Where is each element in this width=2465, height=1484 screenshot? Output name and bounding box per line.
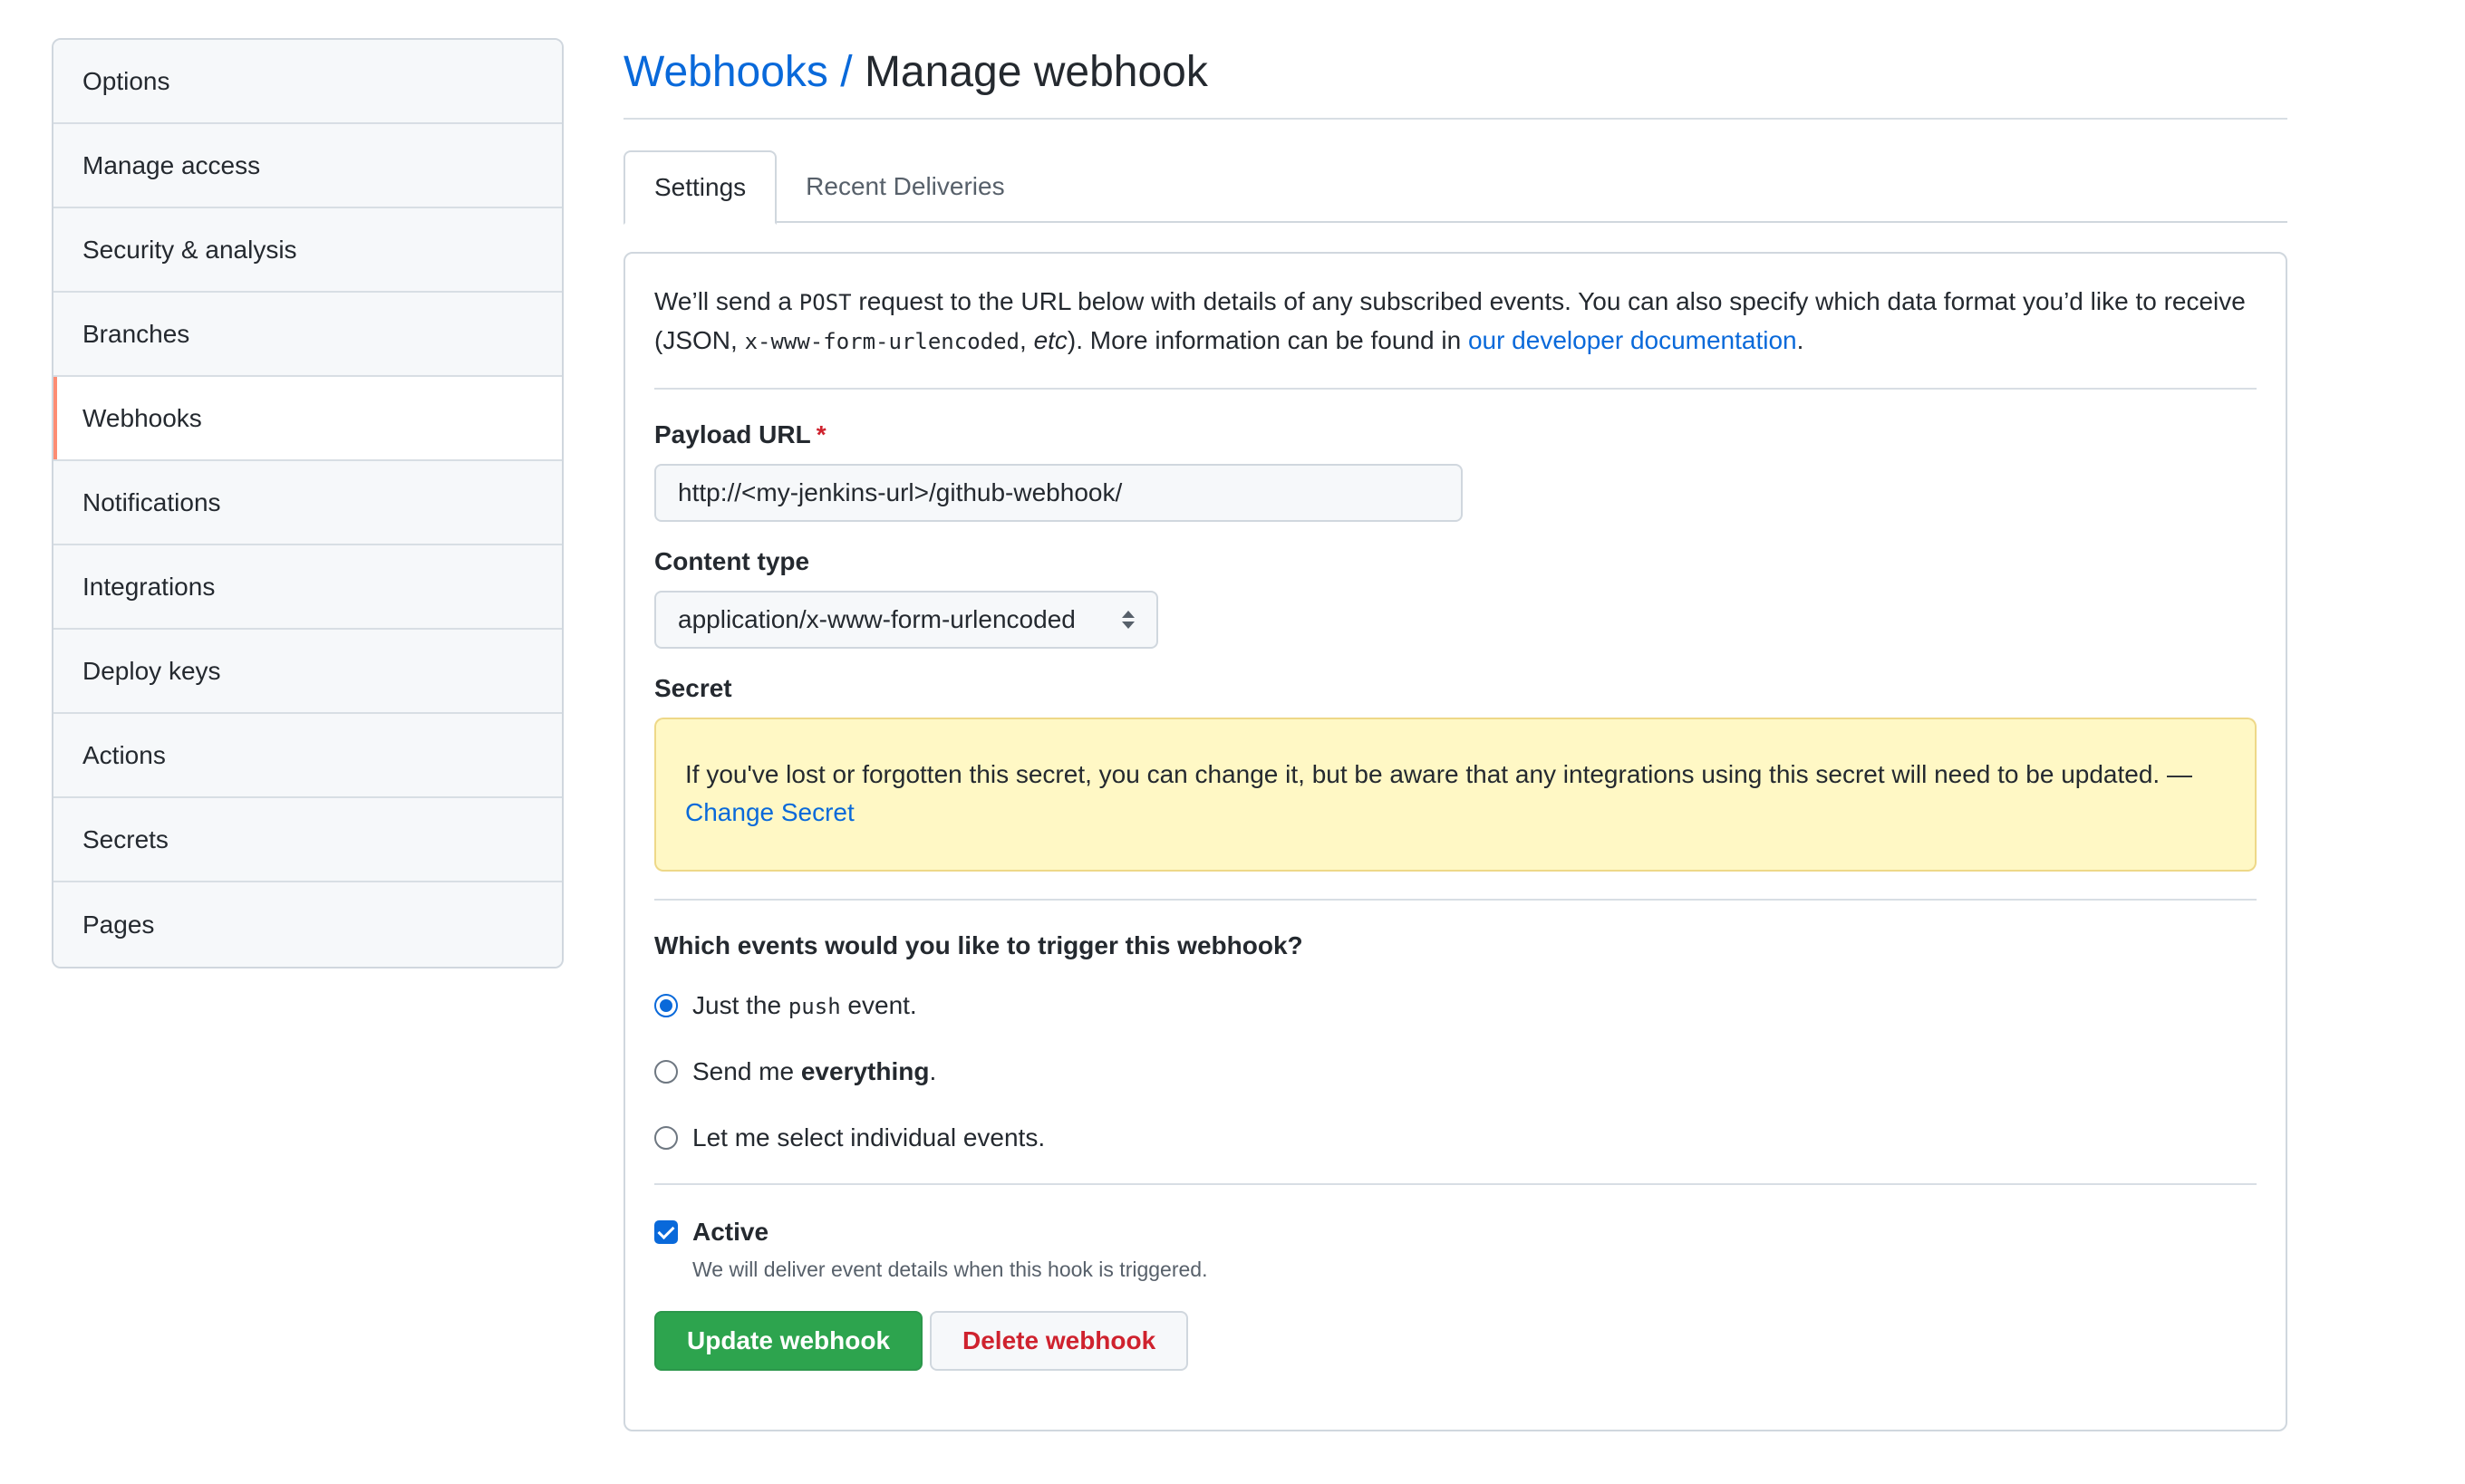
sidebar-item-branches[interactable]: Branches	[53, 293, 562, 377]
breadcrumb-webhooks-link[interactable]: Webhooks	[624, 48, 828, 96]
page-title-text: Manage webhook	[864, 48, 1208, 96]
tab-settings[interactable]: Settings	[624, 150, 778, 225]
sidebar-item-options[interactable]: Options	[53, 40, 562, 124]
webhook-settings-panel: We’ll send a POST request to the URL bel…	[624, 252, 2287, 1431]
sidebar-item-label: Options	[82, 66, 170, 95]
events-group: Which events would you like to trigger t…	[654, 931, 2257, 1156]
settings-sidebar: Options Manage access Security & analysi…	[52, 38, 564, 968]
sidebar-item-label: Branches	[82, 319, 190, 348]
radio-individual[interactable]	[654, 1126, 678, 1150]
intro-code-urlencoded: x-www-form-urlencoded	[744, 329, 1020, 354]
sidebar-item-notifications[interactable]: Notifications	[53, 461, 562, 545]
secret-notice: If you've lost or forgotten this secret,…	[654, 718, 2257, 872]
secret-label: Secret	[654, 674, 732, 702]
payload-url-label-text: Payload URL	[654, 420, 811, 448]
select-arrows-icon	[1122, 611, 1135, 629]
event-option-label: Let me select individual events.	[692, 1123, 1046, 1152]
active-checkbox-row[interactable]: Active	[654, 1214, 2257, 1250]
event-option-bold: everything	[800, 1057, 930, 1085]
update-webhook-button[interactable]: Update webhook	[654, 1311, 923, 1371]
active-help-text: We will deliver event details when this …	[692, 1258, 1208, 1281]
event-option-text: Just the	[692, 991, 788, 1019]
secret-notice-text: If you've lost or forgotten this secret,…	[685, 760, 2192, 788]
developer-docs-link[interactable]: our developer documentation	[1468, 326, 1797, 354]
divider	[654, 388, 2257, 390]
payload-url-group: Payload URL * http://<my-jenkins-url>/git…	[654, 420, 2257, 522]
payload-url-label: Payload URL *	[654, 420, 2257, 449]
tab-bar: Settings Recent Deliveries	[624, 150, 2287, 225]
event-option-push[interactable]: Just the push event.	[654, 988, 2257, 1024]
required-marker: *	[816, 420, 826, 448]
content-type-select[interactable]: application/x-www-form-urlencoded	[654, 591, 1158, 649]
sidebar-item-label: Deploy keys	[82, 656, 221, 685]
sidebar-item-pages[interactable]: Pages	[53, 882, 562, 967]
main-content: Webhooks / Manage webhook Settings Recen…	[624, 38, 2287, 1431]
active-label: Active	[692, 1218, 769, 1246]
sidebar-item-actions[interactable]: Actions	[53, 714, 562, 798]
page-title: Webhooks / Manage webhook	[624, 38, 2287, 120]
intro-code-post: POST	[798, 290, 852, 315]
content-type-group: Content type application/x-www-form-urle…	[654, 547, 2257, 649]
event-option-label: Just the push event.	[692, 991, 917, 1020]
event-option-everything[interactable]: Send me everything.	[654, 1054, 2257, 1090]
sidebar-item-label: Secrets	[82, 824, 169, 853]
event-option-label: Send me everything.	[692, 1057, 936, 1086]
sidebar-item-label: Manage access	[82, 150, 261, 179]
breadcrumb-separator: /	[827, 48, 865, 96]
radio-push[interactable]	[654, 994, 678, 1017]
sidebar-item-webhooks[interactable]: Webhooks	[53, 377, 562, 461]
event-option-text: .	[929, 1057, 937, 1085]
radio-everything[interactable]	[654, 1060, 678, 1084]
sidebar-item-secrets[interactable]: Secrets	[53, 798, 562, 882]
event-option-text: event.	[840, 991, 917, 1019]
intro-text-part: We’ll send a	[654, 287, 799, 315]
form-actions: Update webhook Delete webhook	[654, 1311, 2257, 1371]
payload-url-input[interactable]: http://<my-jenkins-url>/github-webhook/	[654, 464, 1463, 522]
event-option-text: Send me	[692, 1057, 801, 1085]
content-type-selected-value: application/x-www-form-urlencoded	[678, 605, 1076, 633]
active-checkbox[interactable]	[654, 1220, 678, 1244]
divider	[654, 899, 2257, 901]
event-option-individual[interactable]: Let me select individual events.	[654, 1120, 2257, 1156]
sidebar-item-label: Notifications	[82, 487, 221, 516]
event-option-code: push	[788, 994, 841, 1019]
delete-webhook-button[interactable]: Delete webhook	[930, 1311, 1189, 1371]
tab-recent-deliveries[interactable]: Recent Deliveries	[777, 150, 1033, 223]
intro-text: We’ll send a POST request to the URL bel…	[654, 283, 2257, 361]
sidebar-item-label: Security & analysis	[82, 235, 297, 264]
sidebar-item-label: Pages	[82, 910, 155, 939]
events-question: Which events would you like to trigger t…	[654, 931, 1303, 959]
intro-text-part: ). More information can be found in	[1067, 326, 1468, 354]
secret-group: Secret If you've lost or forgotten this …	[654, 674, 2257, 872]
active-group: Active We will deliver event details whe…	[654, 1214, 2257, 1282]
intro-text-part: .	[1796, 326, 1804, 354]
sidebar-item-security-analysis[interactable]: Security & analysis	[53, 208, 562, 293]
sidebar-item-integrations[interactable]: Integrations	[53, 545, 562, 630]
divider	[654, 1183, 2257, 1185]
sidebar-item-label: Integrations	[82, 572, 216, 601]
intro-em-etc: etc	[1033, 326, 1068, 354]
change-secret-link[interactable]: Change Secret	[685, 798, 855, 826]
sidebar-item-label: Actions	[82, 740, 166, 769]
sidebar-item-label: Webhooks	[82, 403, 202, 432]
sidebar-item-deploy-keys[interactable]: Deploy keys	[53, 630, 562, 714]
intro-text-part: ,	[1020, 326, 1034, 354]
sidebar-item-manage-access[interactable]: Manage access	[53, 124, 562, 208]
content-type-label: Content type	[654, 547, 810, 575]
